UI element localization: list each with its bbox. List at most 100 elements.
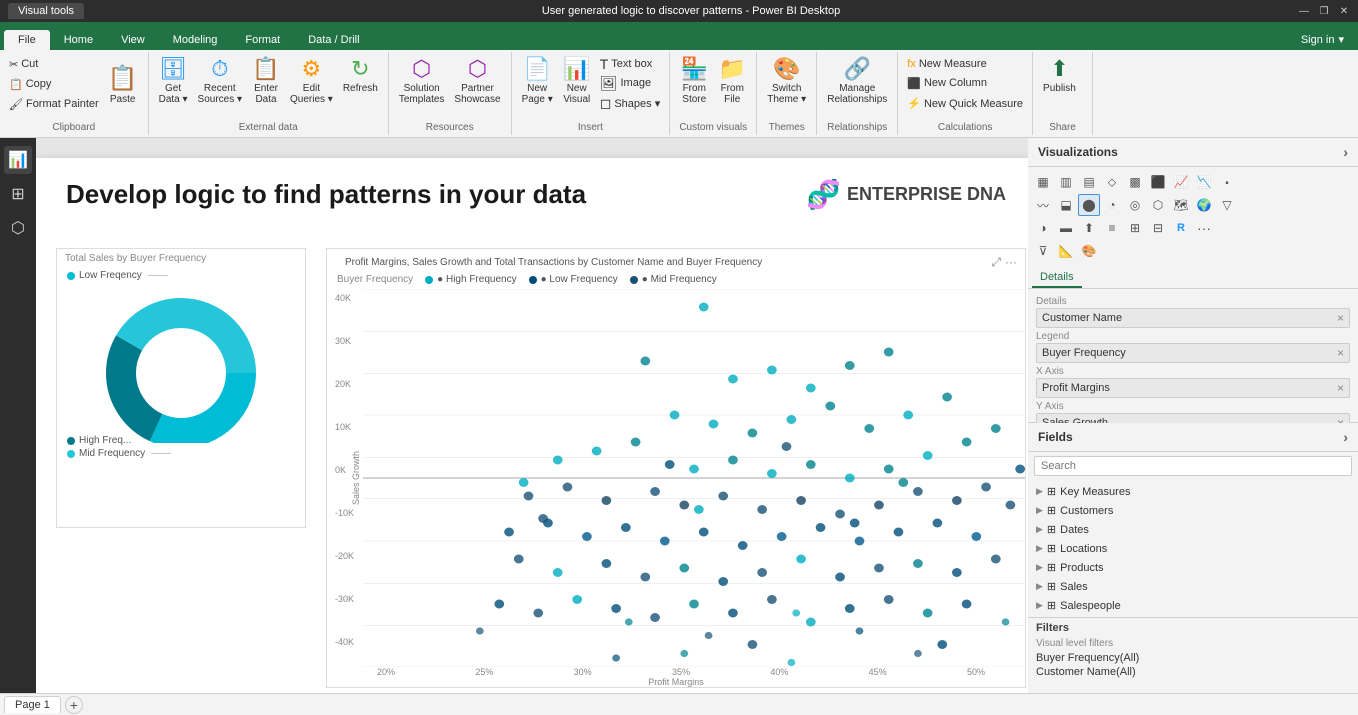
- enter-data-button[interactable]: 📋 EnterData: [248, 54, 284, 107]
- scatter-options-icon[interactable]: ···: [1005, 255, 1017, 270]
- viz-stacked-col-btn[interactable]: ▩: [1124, 171, 1146, 193]
- nav-model-icon[interactable]: ⬡: [4, 214, 32, 242]
- partner-showcase-button[interactable]: ⬡ PartnerShowcase: [450, 54, 504, 107]
- minimize-button[interactable]: —: [1298, 5, 1310, 17]
- viz-bar-chart-btn[interactable]: ▦: [1032, 171, 1054, 193]
- sign-in-button[interactable]: Sign in ▾: [1291, 29, 1354, 50]
- viz-100-col-btn[interactable]: ⬛: [1147, 171, 1169, 193]
- edit-queries-button[interactable]: ⚙ EditQueries ▾: [286, 54, 337, 107]
- viz-filter-btn[interactable]: ⊽: [1032, 240, 1054, 262]
- copy-button[interactable]: 📋 Copy: [6, 77, 102, 92]
- viz-stacked-bar-btn[interactable]: ▥: [1055, 171, 1077, 193]
- format-painter-button[interactable]: 🖌 Format Painter: [6, 97, 102, 112]
- viz-more-btn[interactable]: ···: [1193, 217, 1215, 239]
- viz-ribbon-btn[interactable]: 〰: [1032, 194, 1054, 216]
- viz-column-btn[interactable]: ⬦: [1101, 171, 1123, 193]
- x-axis-remove-btn[interactable]: ×: [1337, 381, 1344, 395]
- legend-value[interactable]: Buyer Frequency ×: [1036, 343, 1350, 363]
- tab-format[interactable]: Format: [231, 30, 294, 50]
- viz-matrix-btn[interactable]: ⊟: [1147, 217, 1169, 239]
- viz-100-bar-btn[interactable]: ▤: [1078, 171, 1100, 193]
- tab-home[interactable]: Home: [50, 30, 107, 50]
- filter-customer-name[interactable]: Customer Name(All): [1036, 665, 1350, 679]
- viz-kpi-btn[interactable]: ⬆: [1078, 217, 1100, 239]
- restore-button[interactable]: ❐: [1318, 5, 1330, 17]
- expand-icon[interactable]: ▶: [1036, 600, 1043, 611]
- field-item-locations[interactable]: ▶ ⊞ Locations: [1030, 539, 1356, 558]
- image-button[interactable]: 🖼 Image: [597, 74, 664, 93]
- viz-funnel-btn[interactable]: ▽: [1216, 194, 1238, 216]
- tab-file[interactable]: File: [4, 30, 50, 50]
- tab-details[interactable]: Details: [1032, 268, 1082, 288]
- viz-panel-expand-icon[interactable]: ›: [1343, 144, 1348, 160]
- viz-pie-btn[interactable]: ◔: [1101, 194, 1123, 216]
- viz-format-btn[interactable]: 🎨: [1078, 240, 1100, 262]
- filter-buyer-frequency[interactable]: Buyer Frequency(All): [1036, 651, 1350, 665]
- viz-map-btn[interactable]: 🗺: [1170, 194, 1192, 216]
- add-page-button[interactable]: +: [65, 696, 83, 714]
- expand-icon[interactable]: ▶: [1036, 562, 1043, 573]
- tab-data-drill[interactable]: Data / Drill: [294, 30, 373, 50]
- publish-button[interactable]: ⬆ Publish: [1039, 54, 1080, 96]
- expand-icon[interactable]: ▶: [1036, 505, 1043, 516]
- expand-icon[interactable]: ▶: [1036, 486, 1043, 497]
- manage-relationships-button[interactable]: 🔗 ManageRelationships: [823, 54, 891, 107]
- details-value[interactable]: Customer Name ×: [1036, 308, 1350, 328]
- cut-button[interactable]: ✂ Cut: [6, 57, 102, 72]
- viz-area-btn[interactable]: 📉: [1193, 171, 1215, 193]
- new-quick-measure-button[interactable]: ⚡ New Quick Measure: [904, 96, 1026, 111]
- field-item-salespeople[interactable]: ▶ ⊞ Salespeople: [1030, 596, 1356, 615]
- field-item-key-measures[interactable]: ▶ ⊞ Key Measures: [1030, 482, 1356, 501]
- format-painter-icon: 🖌: [9, 98, 23, 111]
- field-item-sales[interactable]: ▶ ⊞ Sales: [1030, 577, 1356, 596]
- donut-chart[interactable]: Total Sales by Buyer Frequency Low Freqe…: [56, 248, 306, 528]
- new-page-button[interactable]: 📄 NewPage ▾: [518, 54, 557, 107]
- paste-button[interactable]: 📋 Paste: [104, 54, 142, 114]
- viz-line-col-btn[interactable]: ⬝: [1216, 171, 1238, 193]
- shapes-button[interactable]: ◻ Shapes ▾: [597, 94, 664, 113]
- viz-card-btn[interactable]: ▬: [1055, 217, 1077, 239]
- field-item-customers[interactable]: ▶ ⊞ Customers: [1030, 501, 1356, 520]
- recent-sources-button[interactable]: ⏱ RecentSources ▾: [194, 54, 246, 107]
- scatter-chart[interactable]: Profit Margins, Sales Growth and Total T…: [326, 248, 1026, 688]
- nav-data-icon[interactable]: ⊞: [4, 180, 32, 208]
- viz-waterfall-btn[interactable]: ⬓: [1055, 194, 1077, 216]
- new-visual-button[interactable]: 📊 NewVisual: [559, 54, 595, 107]
- viz-slicer-btn[interactable]: ≡: [1101, 217, 1123, 239]
- expand-icon[interactable]: ▶: [1036, 524, 1043, 535]
- from-file-button[interactable]: 📁 FromFile: [714, 54, 750, 107]
- viz-table-btn[interactable]: ⊞: [1124, 217, 1146, 239]
- field-item-dates[interactable]: ▶ ⊞ Dates: [1030, 520, 1356, 539]
- viz-scatter-btn active[interactable]: ⬤: [1078, 194, 1100, 216]
- viz-r-btn[interactable]: R: [1170, 217, 1192, 239]
- page-tab-1[interactable]: Page 1: [4, 696, 61, 713]
- x-axis-value[interactable]: Profit Margins ×: [1036, 378, 1350, 398]
- solution-templates-button[interactable]: ⬡ SolutionTemplates: [395, 54, 449, 107]
- fields-panel-expand-icon[interactable]: ›: [1343, 429, 1348, 445]
- from-store-button[interactable]: 🏪 FromStore: [676, 54, 712, 107]
- viz-analytics-btn[interactable]: 📐: [1055, 240, 1077, 262]
- refresh-button[interactable]: ↻ Refresh: [339, 54, 382, 96]
- viz-line-btn[interactable]: 📈: [1170, 171, 1192, 193]
- viz-donut-btn[interactable]: ◎: [1124, 194, 1146, 216]
- fields-search-input[interactable]: [1034, 456, 1352, 476]
- expand-icon[interactable]: ▶: [1036, 543, 1043, 554]
- get-data-button[interactable]: 🗄 GetData ▾: [155, 54, 192, 107]
- new-measure-button[interactable]: fx New Measure: [904, 57, 1026, 71]
- nav-report-icon[interactable]: 📊: [4, 146, 32, 174]
- text-box-button[interactable]: T Text box: [597, 55, 664, 73]
- switch-theme-button[interactable]: 🎨 SwitchTheme ▾: [763, 54, 810, 107]
- expand-icon[interactable]: ▶: [1036, 581, 1043, 592]
- tab-view[interactable]: View: [107, 30, 159, 50]
- scatter-resize-icon[interactable]: ⤢: [991, 255, 1001, 270]
- new-column-button[interactable]: ⬛ New Column: [904, 76, 1026, 91]
- viz-filled-map-btn[interactable]: 🌍: [1193, 194, 1215, 216]
- legend-remove-btn[interactable]: ×: [1337, 346, 1344, 360]
- viz-gauge-btn[interactable]: ◑: [1032, 217, 1054, 239]
- tab-modeling[interactable]: Modeling: [159, 30, 232, 50]
- sign-in-label: Sign in: [1301, 34, 1335, 46]
- viz-treemap-btn[interactable]: ⬡: [1147, 194, 1169, 216]
- close-button[interactable]: ✕: [1338, 5, 1350, 17]
- details-remove-btn[interactable]: ×: [1337, 311, 1344, 325]
- field-item-products[interactable]: ▶ ⊞ Products: [1030, 558, 1356, 577]
